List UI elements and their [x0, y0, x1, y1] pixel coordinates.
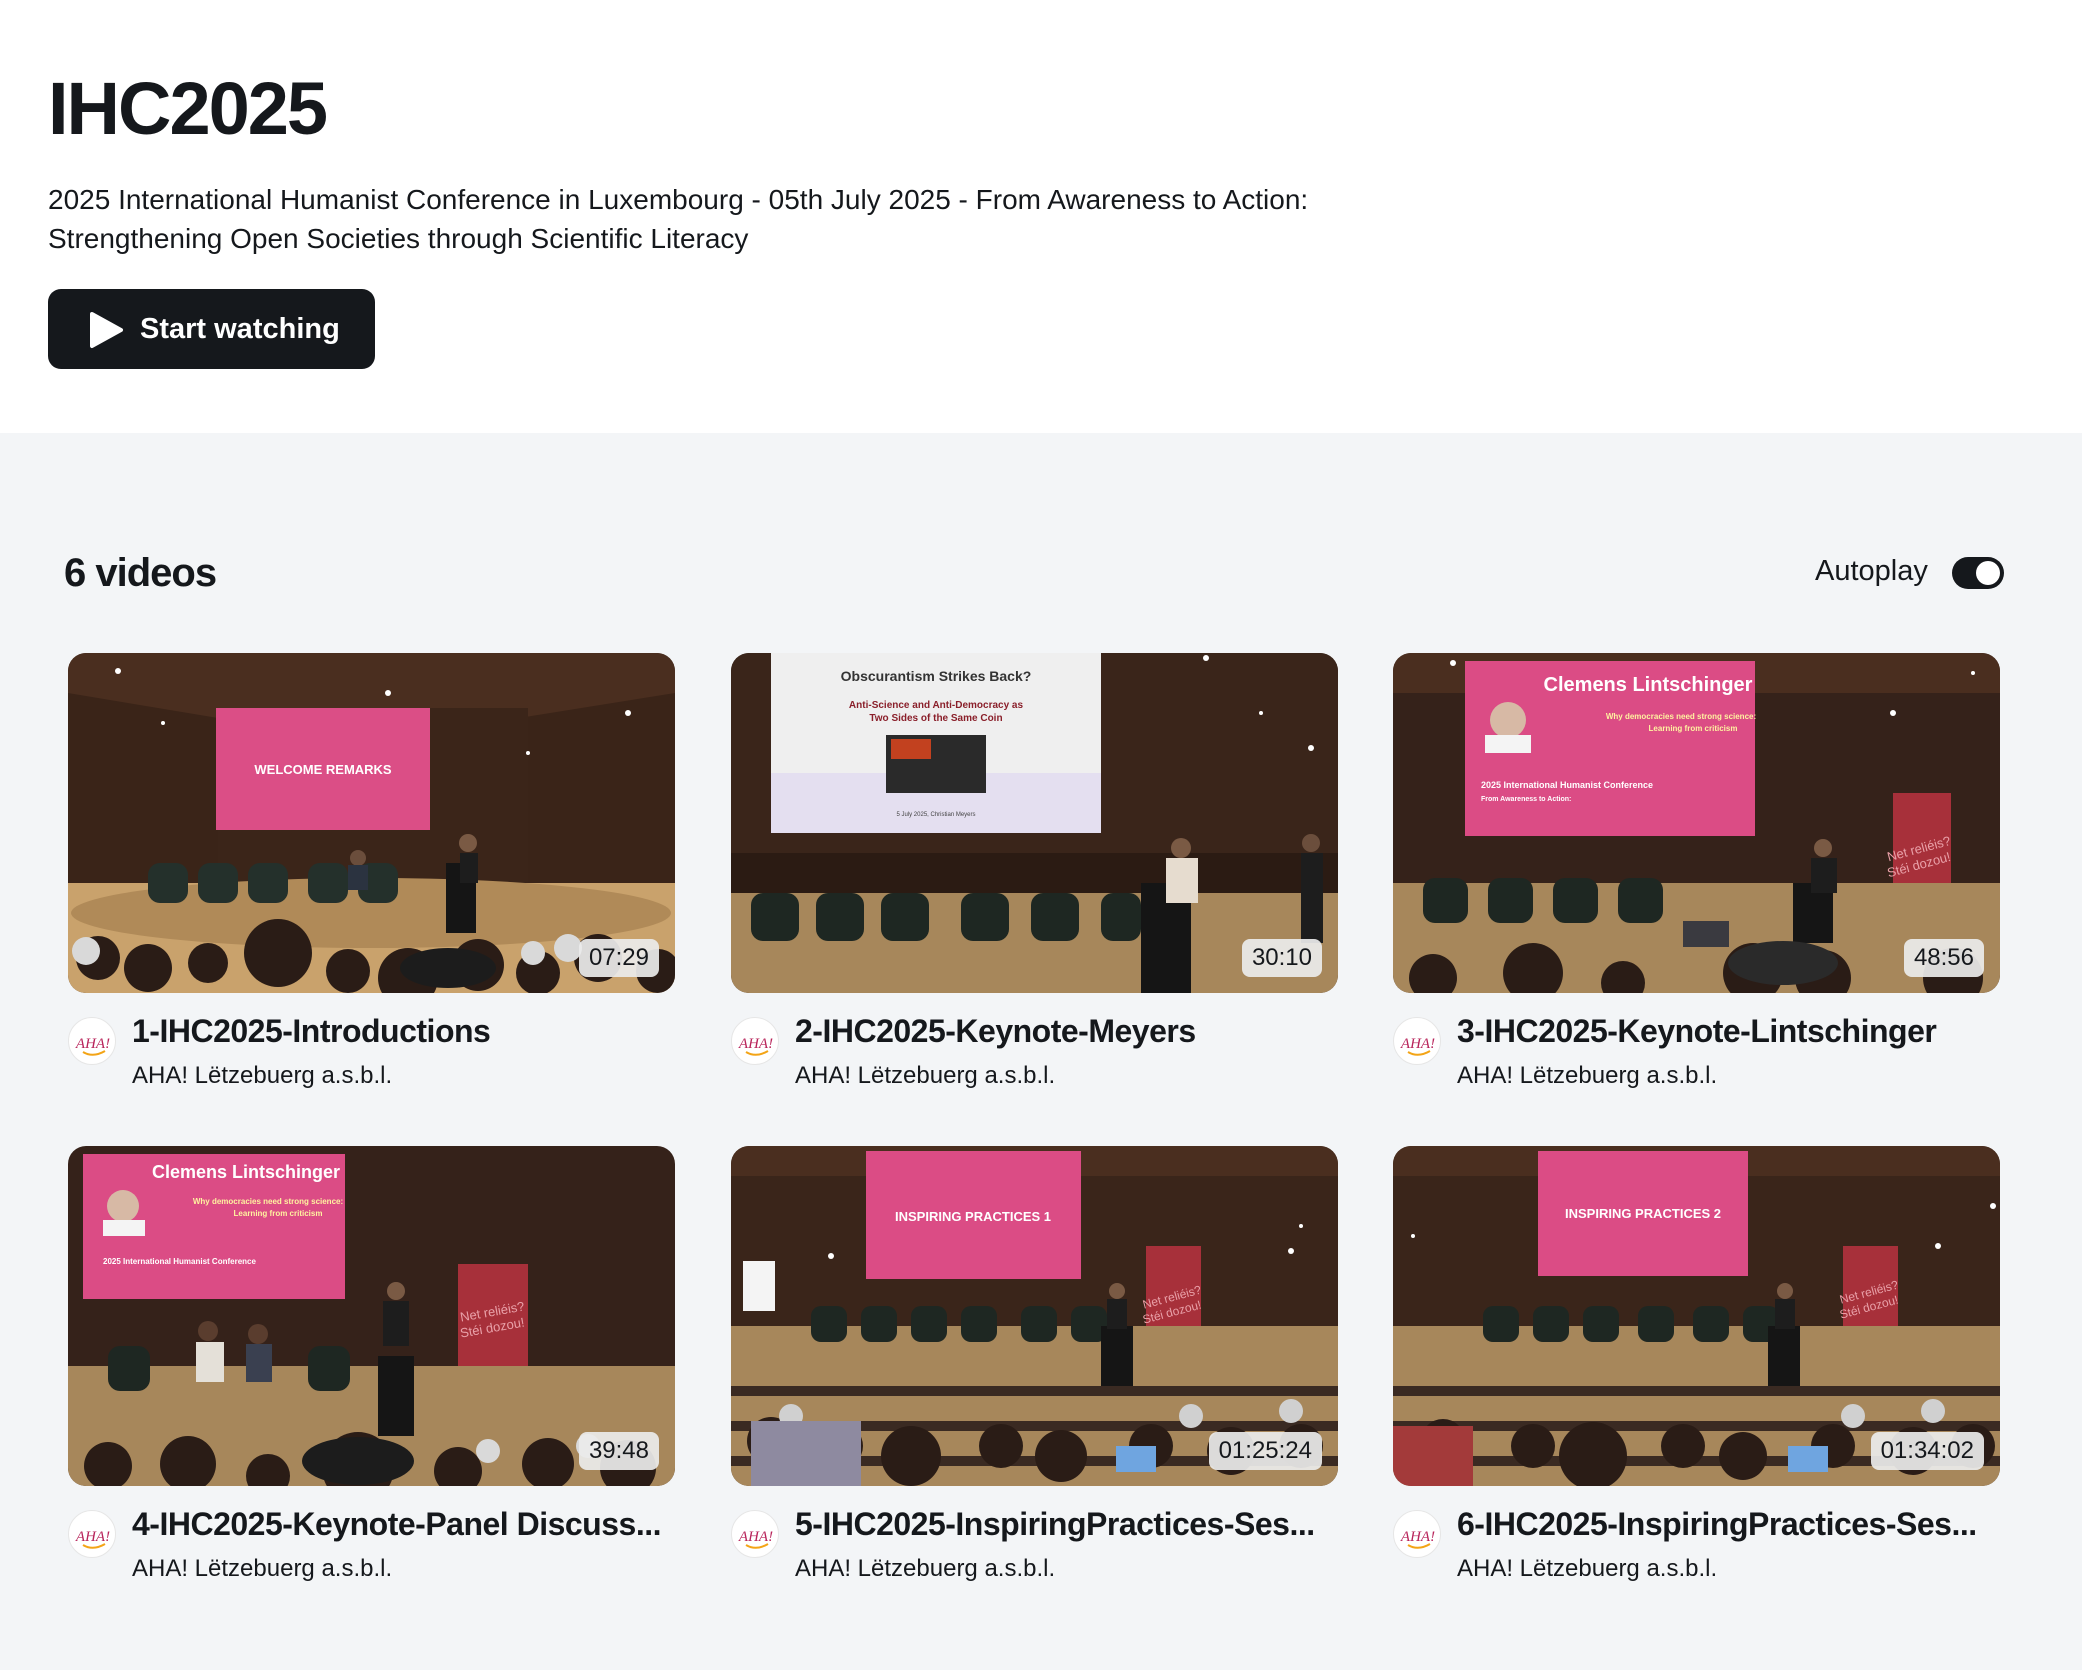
channel-avatar[interactable]: AHA!: [68, 1510, 116, 1558]
video-card-3[interactable]: Clemens Lintschinger Why democracies nee…: [1393, 653, 2000, 1103]
toggle-knob: [1976, 561, 2000, 585]
slide-title: Clemens Lintschinger: [152, 1162, 340, 1182]
channel-avatar[interactable]: AHA!: [731, 1510, 779, 1558]
svg-text:2025 International Humanist Co: 2025 International Humanist Conference: [1481, 780, 1653, 790]
video-count: 6 videos: [64, 551, 217, 595]
aha-logo-icon: AHA!: [75, 1036, 110, 1056]
aha-logo-icon: AHA!: [1400, 1036, 1435, 1056]
video-thumbnail[interactable]: Clemens Lintschinger Why democracies nee…: [1393, 653, 2000, 993]
svg-text:Anti-Science and Anti-Democrac: Anti-Science and Anti-Democracy as: [849, 700, 1024, 711]
video-thumbnail[interactable]: WELCOME REMARKS 07:29: [68, 653, 675, 993]
svg-text:AHA!: AHA!: [738, 1036, 773, 1052]
svg-text:Why democracies need strong sc: Why democracies need strong science:: [193, 1197, 343, 1206]
channel-name[interactable]: AHA! Lëtzebuerg a.s.b.l.: [132, 1554, 392, 1584]
slide-title: Obscurantism Strikes Back?: [841, 668, 1032, 684]
video-duration: 39:48: [578, 1432, 659, 1470]
svg-text:Why democracies need strong sc: Why democracies need strong science:: [1606, 712, 1756, 721]
aha-logo-icon: AHA!: [75, 1529, 110, 1549]
svg-text:AHA!: AHA!: [1400, 1036, 1435, 1052]
channel-name[interactable]: AHA! Lëtzebuerg a.s.b.l.: [132, 1061, 392, 1091]
channel-name[interactable]: AHA! Lëtzebuerg a.s.b.l.: [795, 1061, 1055, 1091]
video-duration: 48:56: [1903, 939, 1984, 977]
autoplay-toggle[interactable]: [1952, 557, 2004, 589]
svg-text:AHA!: AHA!: [738, 1529, 773, 1545]
start-watching-button[interactable]: Start watching: [48, 289, 375, 369]
slide-title: Clemens Lintschinger: [1544, 674, 1753, 696]
channel-avatar[interactable]: AHA!: [1393, 1510, 1441, 1558]
svg-text:5 July 2025, Christian Meyers: 5 July 2025, Christian Meyers: [896, 812, 975, 818]
video-card-6[interactable]: INSPIRING PRACTICES 2 Net reliéis? Stéi …: [1393, 1146, 2000, 1596]
svg-text:AHA!: AHA!: [75, 1529, 110, 1545]
video-title[interactable]: 3-IHC2025-Keynote-Lintschinger: [1457, 1011, 2002, 1051]
playlist-header: IHC2025 2025 International Humanist Conf…: [0, 0, 2082, 433]
video-duration: 30:10: [1241, 939, 1322, 977]
video-title[interactable]: 1-IHC2025-Introductions: [132, 1011, 677, 1051]
channel-name[interactable]: AHA! Lëtzebuerg a.s.b.l.: [1457, 1061, 1717, 1091]
svg-text:Two Sides of the Same Coin: Two Sides of the Same Coin: [869, 713, 1002, 724]
video-title[interactable]: 4-IHC2025-Keynote-Panel Discuss...: [132, 1504, 677, 1544]
video-thumbnail[interactable]: INSPIRING PRACTICES 1 Net reliéis? Stéi …: [731, 1146, 1338, 1486]
svg-text:Learning from criticism: Learning from criticism: [234, 1209, 323, 1218]
svg-text:From Awareness to Action:: From Awareness to Action:: [1481, 796, 1571, 803]
channel-avatar[interactable]: AHA!: [1393, 1017, 1441, 1065]
slide-text: WELCOME REMARKS: [254, 762, 392, 777]
video-duration: 07:29: [578, 939, 659, 977]
video-card-4[interactable]: Clemens Lintschinger Why democracies nee…: [68, 1146, 675, 1596]
aha-logo-icon: AHA!: [738, 1036, 773, 1056]
video-thumbnail[interactable]: Clemens Lintschinger Why democracies nee…: [68, 1146, 675, 1486]
channel-name[interactable]: AHA! Lëtzebuerg a.s.b.l.: [795, 1554, 1055, 1584]
video-card-1[interactable]: WELCOME REMARKS 07:29 AHA! 1-IHC2025-Int…: [68, 653, 675, 1103]
video-duration: 01:34:02: [1870, 1432, 1984, 1470]
video-list-section: 6 videos Autoplay WELCOME REMARKS 07:29 …: [0, 433, 2082, 1670]
video-card-5[interactable]: INSPIRING PRACTICES 1 Net reliéis? Stéi …: [731, 1146, 1338, 1596]
slide-title: INSPIRING PRACTICES 2: [1565, 1206, 1721, 1221]
play-icon: [90, 312, 123, 348]
video-duration: 01:25:24: [1208, 1432, 1322, 1470]
aha-logo-icon: AHA!: [738, 1529, 773, 1549]
svg-text:AHA!: AHA!: [1400, 1529, 1435, 1545]
video-thumbnail[interactable]: INSPIRING PRACTICES 2 Net reliéis? Stéi …: [1393, 1146, 2000, 1486]
channel-avatar[interactable]: AHA!: [68, 1017, 116, 1065]
autoplay-label: Autoplay: [1815, 555, 1928, 587]
video-title[interactable]: 2-IHC2025-Keynote-Meyers: [795, 1011, 1340, 1051]
svg-text:2025 International Humanist Co: 2025 International Humanist Conference: [103, 1257, 256, 1266]
aha-logo-icon: AHA!: [1400, 1529, 1435, 1549]
video-card-2[interactable]: Obscurantism Strikes Back? Anti-Science …: [731, 653, 1338, 1103]
svg-text:Learning from criticism: Learning from criticism: [1649, 724, 1738, 733]
video-title[interactable]: 5-IHC2025-InspiringPractices-Ses...: [795, 1504, 1340, 1544]
slide-title: INSPIRING PRACTICES 1: [895, 1209, 1051, 1224]
channel-name[interactable]: AHA! Lëtzebuerg a.s.b.l.: [1457, 1554, 1717, 1584]
video-thumbnail[interactable]: Obscurantism Strikes Back? Anti-Science …: [731, 653, 1338, 993]
playlist-title: IHC2025: [48, 67, 328, 150]
playlist-description: 2025 International Humanist Conference i…: [48, 184, 1309, 254]
video-title[interactable]: 6-IHC2025-InspiringPractices-Ses...: [1457, 1504, 2002, 1544]
channel-avatar[interactable]: AHA!: [731, 1017, 779, 1065]
svg-text:AHA!: AHA!: [75, 1036, 110, 1052]
start-watching-label: Start watching: [140, 313, 340, 345]
